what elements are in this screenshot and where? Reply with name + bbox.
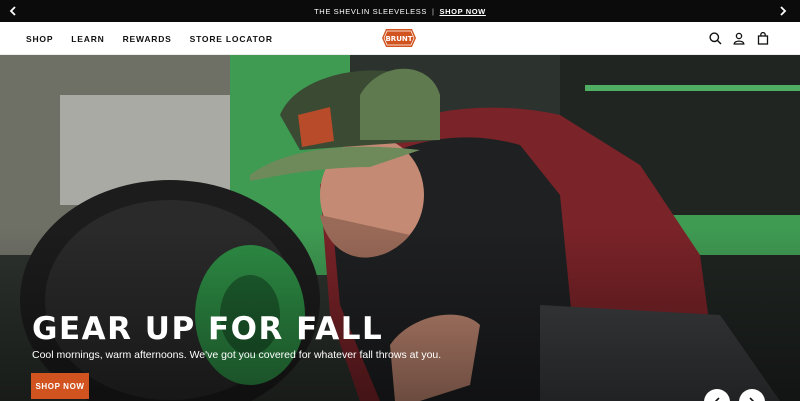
search-icon: [708, 32, 721, 45]
cart-icon: [757, 32, 769, 45]
nav-rewards[interactable]: REWARDS: [123, 34, 172, 44]
account-button[interactable]: [732, 32, 746, 46]
logo-text: BRUNT: [385, 35, 412, 43]
announcement-text: THE SHEVLIN SLEEVELESS: [314, 6, 427, 16]
announcement-separator: |: [431, 6, 435, 16]
header-icons: [708, 22, 770, 55]
chevron-right-icon: [749, 397, 755, 401]
hero-title: GEAR UP FOR FALL: [32, 311, 384, 347]
site-header: SHOP LEARN REWARDS STORE LOCATOR BRUNT: [0, 22, 800, 55]
cart-button[interactable]: [756, 32, 770, 46]
chevron-left-icon: [9, 6, 16, 16]
announcement-shop-now-link[interactable]: SHOP NOW: [440, 7, 486, 16]
account-icon: [733, 32, 745, 45]
search-button[interactable]: [708, 32, 722, 46]
nav-store-locator[interactable]: STORE LOCATOR: [190, 34, 273, 44]
chevron-left-icon: [714, 397, 720, 401]
brunt-logo[interactable]: BRUNT: [381, 28, 417, 48]
hero-banner: GEAR UP FOR FALL Cool mornings, warm aft…: [0, 55, 800, 401]
hero-shop-now-button[interactable]: SHOP NOW: [31, 373, 89, 399]
hero-subtitle: Cool mornings, warm afternoons. We've go…: [32, 349, 442, 361]
announcement-prev-button[interactable]: [6, 4, 20, 18]
announcement-next-button[interactable]: [776, 4, 790, 18]
main-nav: SHOP LEARN REWARDS STORE LOCATOR: [26, 22, 273, 55]
announcement-bar: THE SHEVLIN SLEEVELESS | SHOP NOW: [0, 0, 800, 22]
nav-shop[interactable]: SHOP: [26, 34, 53, 44]
nav-learn[interactable]: LEARN: [71, 34, 104, 44]
chevron-right-icon: [780, 6, 787, 16]
